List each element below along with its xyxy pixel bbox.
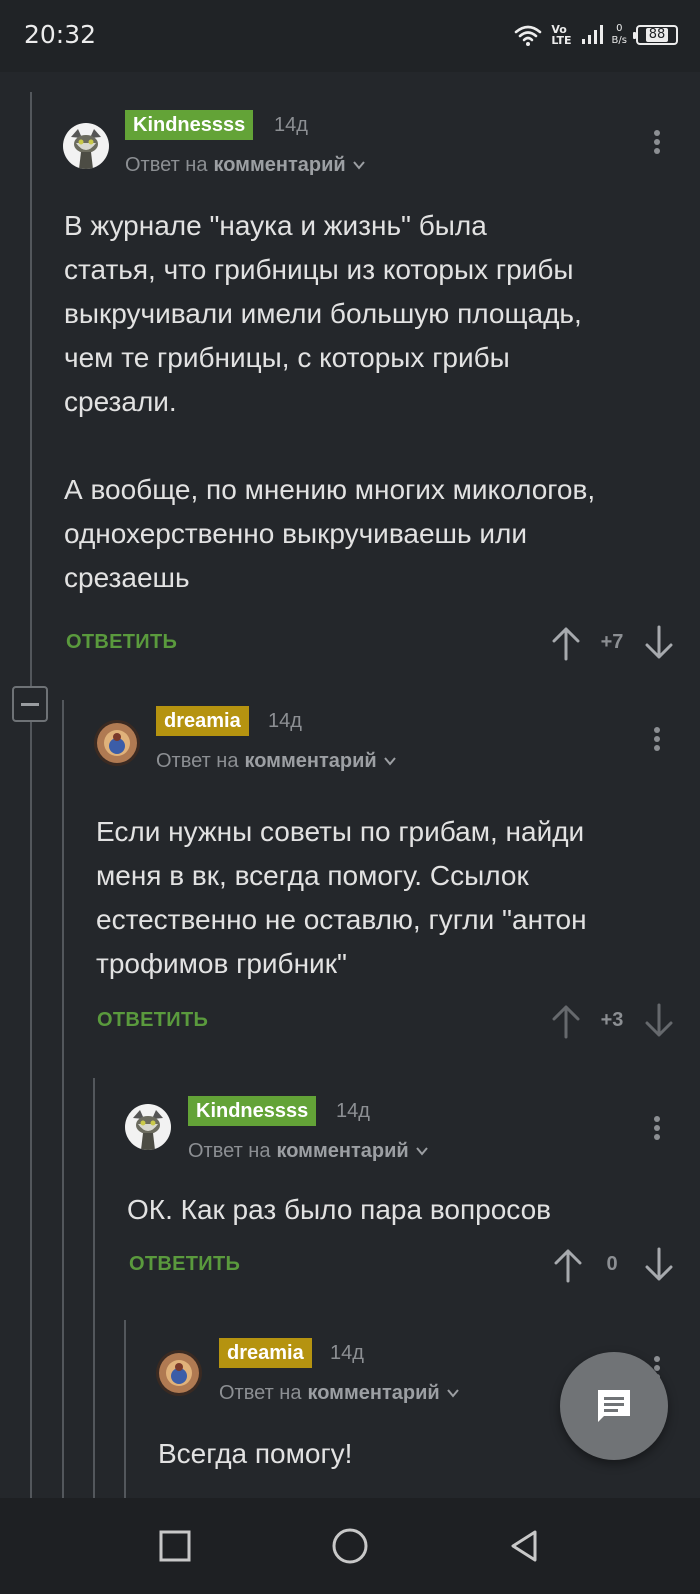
write-comment-button[interactable] [560,1352,668,1460]
comment-text: В журнале "наука и жизнь" была статья, ч… [64,210,596,593]
cat-avatar-icon [63,123,109,169]
downvote-arrow-icon[interactable] [643,625,675,661]
comment-text: Всегда помогу! [158,1438,353,1469]
reply-button[interactable]: ОТВЕТИТЬ [129,1250,240,1278]
status-bar: 20:32 Vo LTE 0 B/s 88 [0,0,700,72]
circle-icon[interactable] [330,1526,370,1566]
username-badge[interactable]: dreamia [156,706,249,736]
collapse-thread-button[interactable] [12,686,48,722]
more-options-button[interactable] [645,1110,669,1146]
status-time: 20:32 [24,20,97,49]
more-options-button[interactable] [645,721,669,757]
reply-button[interactable]: ОТВЕТИТЬ [66,628,177,656]
vote-score: +3 [600,1009,624,1031]
signal-icon [581,25,603,44]
chevron-down-icon [352,161,365,170]
volte-indicator: Vo LTE [551,23,572,47]
comment-date: 14д [274,114,308,136]
reply-to-link[interactable]: Ответ на комментарий [125,152,366,178]
reply-button[interactable]: ОТВЕТИТЬ [97,1006,208,1034]
chevron-down-icon [446,1389,459,1398]
chevron-down-icon [415,1147,428,1156]
reply-to-link[interactable]: Ответ на комментарий [219,1380,460,1406]
comment-text: ОК. Как раз было пара вопросов [127,1194,552,1225]
comment-text: Если нужны советы по грибам, найди меня … [96,816,587,979]
comment-date: 14д [330,1342,364,1364]
downvote-arrow-icon[interactable] [643,1247,675,1283]
chevron-down-icon [383,757,396,766]
avatar[interactable] [156,1350,202,1396]
vote-score: +7 [600,631,624,653]
downvote-arrow-icon[interactable] [643,1003,675,1039]
upvote-arrow-icon[interactable] [552,1247,584,1283]
wifi-icon [515,25,542,46]
battery-level: 88 [645,28,669,42]
battery-icon: 88 [633,25,678,45]
thread-line [93,1078,95,1498]
comment-date: 14д [268,710,302,732]
username-badge[interactable]: Kindnessss [125,110,254,140]
cat-avatar-icon [125,1104,171,1150]
more-options-button[interactable] [645,124,669,160]
avatar[interactable] [63,123,109,169]
art-avatar-icon [156,1350,202,1396]
art-avatar-icon [94,720,140,766]
network-speed: 0 B/s [611,23,627,46]
thread-line [124,1320,126,1498]
comment-date: 14д [336,1100,370,1122]
reply-to-link[interactable]: Ответ на комментарий [156,748,397,774]
thread-line [62,700,64,1498]
avatar[interactable] [94,720,140,766]
upvote-arrow-icon[interactable] [550,625,582,661]
username-badge[interactable]: dreamia [219,1338,312,1368]
comment-icon [598,1390,630,1422]
thread-line [30,92,32,1498]
reply-to-link[interactable]: Ответ на комментарий [188,1138,429,1164]
upvote-arrow-icon[interactable] [550,1003,582,1039]
minus-square-icon [21,702,39,706]
navigation-bar [0,1498,700,1594]
username-badge[interactable]: Kindnessss [188,1096,317,1126]
status-icons: Vo LTE 0 B/s 88 [514,18,678,52]
triangle-back-icon[interactable] [505,1526,545,1566]
vote-score: 0 [606,1253,618,1275]
square-icon[interactable] [155,1526,195,1566]
avatar[interactable] [125,1104,171,1150]
